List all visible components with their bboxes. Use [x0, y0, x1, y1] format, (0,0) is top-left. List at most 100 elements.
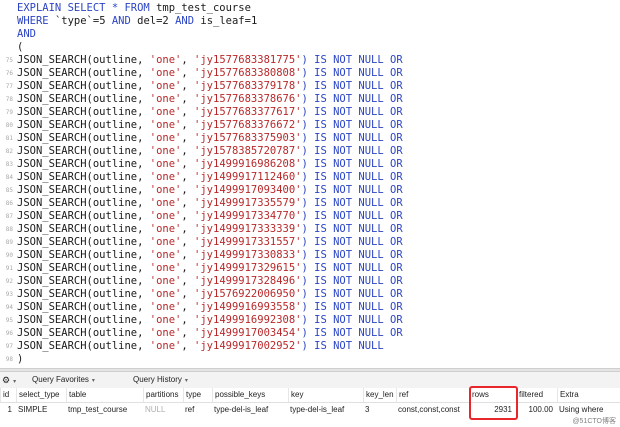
sql-string: 'one' — [149, 145, 182, 157]
column-header-filtered[interactable]: filtered — [516, 388, 557, 402]
sql-identifier: , — [181, 314, 195, 326]
rows-highlight-box — [469, 386, 518, 420]
code-line[interactable]: 81 JSON_SEARCH(outline, 'one', 'jy1577683… — [0, 132, 620, 145]
code-line[interactable]: 95 JSON_SEARCH(outline, 'one', 'jy1499916… — [0, 314, 620, 327]
column-header-key[interactable]: key — [288, 388, 363, 402]
column-header-id[interactable]: id — [0, 388, 16, 402]
sql-keyword: FROM — [124, 2, 157, 14]
table-cell-key-len[interactable]: 3 — [363, 402, 396, 418]
code-text: WHERE `type`=5 AND del=2 AND is_leaf=1 — [17, 15, 257, 28]
column-header-select-type[interactable]: select_type — [16, 388, 66, 402]
column-header-partitions[interactable]: partitions — [143, 388, 183, 402]
sql-string: 'jy1499917333339' — [194, 223, 302, 235]
sql-editor[interactable]: EXPLAIN SELECT * FROM tmp_test_course WHE… — [0, 0, 620, 368]
code-line[interactable]: 86 JSON_SEARCH(outline, 'one', 'jy1499917… — [0, 197, 620, 210]
line-number: 80 — [5, 122, 13, 129]
column-header-extra[interactable]: Extra — [557, 388, 620, 402]
sql-keyword: ) IS NOT NULL OR — [301, 171, 403, 183]
sql-identifier: , — [181, 119, 195, 131]
line-number: 77 — [5, 83, 13, 90]
code-line[interactable]: 85 JSON_SEARCH(outline, 'one', 'jy1499917… — [0, 184, 620, 197]
table-cell-filtered[interactable]: 100.00 — [516, 402, 557, 418]
column-header-type[interactable]: type — [183, 388, 212, 402]
code-line[interactable]: EXPLAIN SELECT * FROM tmp_test_course — [0, 2, 620, 15]
code-line[interactable]: 91 JSON_SEARCH(outline, 'one', 'jy1499917… — [0, 262, 620, 275]
code-text: JSON_SEARCH(outline, 'one', 'jy149991733… — [17, 210, 403, 223]
code-text: ) — [17, 353, 23, 366]
code-line[interactable]: 88 JSON_SEARCH(outline, 'one', 'jy1499917… — [0, 223, 620, 236]
table-row[interactable]: 1 SIMPLE tmp_test_course NULL ref type-del-is… — [0, 402, 620, 418]
table-cell-table[interactable]: tmp_test_course — [66, 402, 143, 418]
code-text: JSON_SEARCH(outline, 'one', 'jy149991700… — [17, 327, 403, 340]
sql-identifier: , — [181, 249, 195, 261]
sql-string: 'jy1499917328496' — [194, 275, 302, 287]
query-favorites-button[interactable]: Query Favorites ▾ — [32, 372, 95, 388]
table-cell-id[interactable]: 1 — [0, 402, 16, 418]
column-header-possible-keys[interactable]: possible_keys — [212, 388, 288, 402]
code-line[interactable]: 89 JSON_SEARCH(outline, 'one', 'jy1499917… — [0, 236, 620, 249]
code-line[interactable]: AND — [0, 28, 620, 41]
line-number: 90 — [5, 252, 13, 259]
code-line[interactable]: 75 JSON_SEARCH(outline, 'one', 'jy1577683… — [0, 54, 620, 67]
table-cell-key[interactable]: type-del-is_leaf — [288, 402, 363, 418]
sql-string: 'one' — [149, 106, 182, 118]
sql-identifier: , — [181, 145, 195, 157]
table-cell-partitions[interactable]: NULL — [143, 402, 183, 418]
sql-identifier: JSON_SEARCH(outline, — [17, 275, 150, 287]
sql-identifier: , — [181, 197, 195, 209]
sql-identifier: JSON_SEARCH(outline, — [17, 236, 150, 248]
table-cell-select-type[interactable]: SIMPLE — [16, 402, 66, 418]
code-line[interactable]: 76 JSON_SEARCH(outline, 'one', 'jy1577683… — [0, 67, 620, 80]
sql-identifier: JSON_SEARCH(outline, — [17, 197, 150, 209]
code-line[interactable]: 78 JSON_SEARCH(outline, 'one', 'jy1577683… — [0, 93, 620, 106]
sql-identifier: , — [181, 54, 195, 66]
sql-string: 'one' — [149, 236, 182, 248]
gear-menu-button[interactable]: ⚙ ▾ — [2, 372, 16, 388]
column-header-key-len[interactable]: key_len — [363, 388, 396, 402]
sql-string: 'jy1577683379178' — [194, 80, 302, 92]
line-number: 78 — [5, 96, 13, 103]
sql-keyword: ) IS NOT NULL OR — [301, 288, 403, 300]
sql-string: 'one' — [149, 80, 182, 92]
code-line[interactable]: 77 JSON_SEARCH(outline, 'one', 'jy1577683… — [0, 80, 620, 93]
code-line[interactable]: 80 JSON_SEARCH(outline, 'one', 'jy1577683… — [0, 119, 620, 132]
line-number: 81 — [5, 135, 13, 142]
code-line[interactable]: WHERE `type`=5 AND del=2 AND is_leaf=1 — [0, 15, 620, 28]
sql-identifier: JSON_SEARCH(outline, — [17, 223, 150, 235]
code-line[interactable]: 97 JSON_SEARCH(outline, 'one', 'jy1499917… — [0, 340, 620, 353]
column-header-table[interactable]: table — [66, 388, 143, 402]
code-line[interactable]: 92 JSON_SEARCH(outline, 'one', 'jy1499917… — [0, 275, 620, 288]
code-line[interactable]: 93 JSON_SEARCH(outline, 'one', 'jy1576922… — [0, 288, 620, 301]
sql-string: 'jy1499917002952' — [194, 340, 302, 352]
code-line[interactable]: 82 JSON_SEARCH(outline, 'one', 'jy1578385… — [0, 145, 620, 158]
code-line[interactable]: ( — [0, 41, 620, 54]
code-line[interactable]: 84 JSON_SEARCH(outline, 'one', 'jy1499917… — [0, 171, 620, 184]
code-line[interactable]: 98) — [0, 353, 620, 366]
query-history-button[interactable]: Query History ▾ — [133, 372, 188, 388]
table-cell-possible-keys[interactable]: type-del-is_leaf — [212, 402, 288, 418]
sql-identifier: , — [181, 67, 195, 79]
table-cell-ref[interactable]: const,const,const — [396, 402, 469, 418]
table-cell-type[interactable]: ref — [183, 402, 212, 418]
sql-string: 'jy1499917334770' — [194, 210, 302, 222]
code-line[interactable]: 94 JSON_SEARCH(outline, 'one', 'jy1499916… — [0, 301, 620, 314]
code-text: JSON_SEARCH(outline, 'one', 'jy149991699… — [17, 314, 403, 327]
sql-string: 'jy1499916992308' — [194, 314, 302, 326]
sql-keyword: ) IS NOT NULL OR — [301, 197, 403, 209]
sql-keyword: ) IS NOT NULL OR — [301, 327, 403, 339]
sql-string: 'jy1499917335579' — [194, 197, 302, 209]
code-line[interactable]: 79 JSON_SEARCH(outline, 'one', 'jy1577683… — [0, 106, 620, 119]
column-header-ref[interactable]: ref — [396, 388, 469, 402]
code-line[interactable]: 96 JSON_SEARCH(outline, 'one', 'jy1499917… — [0, 327, 620, 340]
sql-identifier: , — [181, 80, 195, 92]
chevron-down-icon: ▾ — [184, 378, 188, 384]
sql-identifier: JSON_SEARCH(outline, — [17, 262, 150, 274]
code-text: JSON_SEARCH(outline, 'one', 'jy157768338… — [17, 67, 403, 80]
sql-string: 'one' — [149, 327, 182, 339]
sql-identifier: JSON_SEARCH(outline, — [17, 158, 150, 170]
code-line[interactable]: 90 JSON_SEARCH(outline, 'one', 'jy1499917… — [0, 249, 620, 262]
sql-keyword: WHERE — [17, 15, 55, 27]
code-line[interactable]: 87 JSON_SEARCH(outline, 'one', 'jy1499917… — [0, 210, 620, 223]
line-number: 84 — [5, 174, 13, 181]
code-line[interactable]: 83 JSON_SEARCH(outline, 'one', 'jy1499916… — [0, 158, 620, 171]
